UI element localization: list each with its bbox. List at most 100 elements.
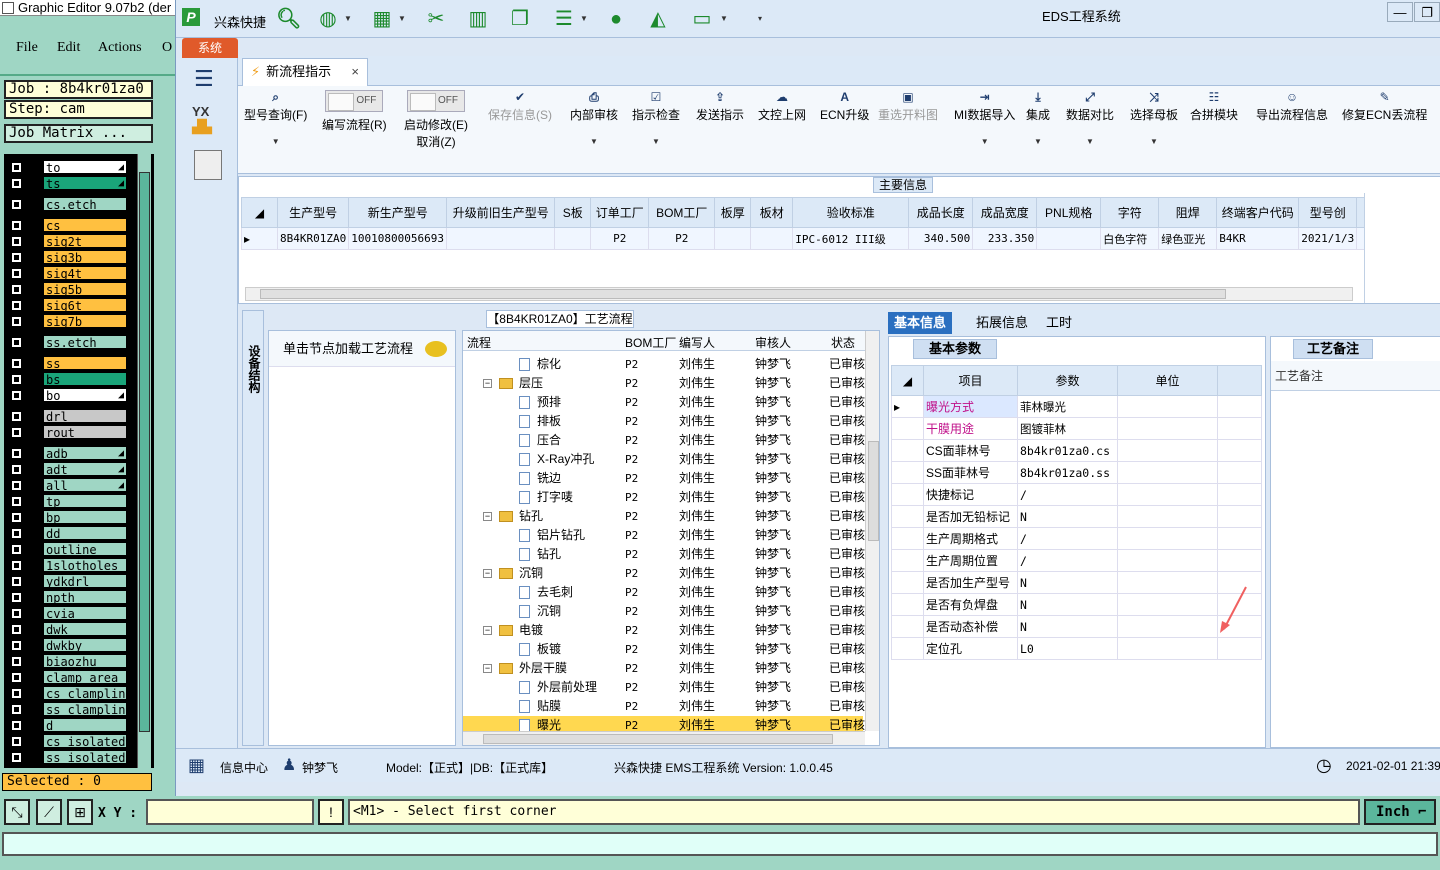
job-matrix-button[interactable]: Job Matrix ... [4, 124, 153, 143]
main-col-header[interactable]: 板材 [750, 197, 794, 228]
tree-vscrollbar[interactable] [865, 331, 879, 731]
tab-work-hours[interactable]: 工时 [1040, 312, 1078, 334]
layer-name[interactable]: ss [43, 356, 127, 370]
param-unit[interactable] [1117, 395, 1218, 418]
main-col-header[interactable]: 订单工厂 [590, 197, 650, 228]
layer-row[interactable]: cvia [7, 606, 127, 620]
measure-icon[interactable]: ⟋ [36, 799, 62, 825]
ribbon-button[interactable]: ⤓ 集成 ▼ [1026, 90, 1050, 170]
chevron-down-icon[interactable]: ▼ [344, 14, 352, 23]
param-unit[interactable] [1117, 439, 1218, 462]
layer-checkbox[interactable] [11, 592, 22, 603]
main-cell[interactable] [554, 227, 592, 250]
main-col-header[interactable]: 阻焊 [1158, 197, 1218, 228]
copy-icon[interactable]: ❐ [508, 7, 532, 31]
main-grid-row[interactable]: ▸ 8B4KR01ZA0 10010800056693 P2 P2 IPC-6012 II… [241, 227, 1430, 250]
layer-row[interactable]: ss_clampline [7, 702, 127, 716]
table-icon[interactable]: ▦ [370, 7, 394, 31]
chevron-down-icon[interactable]: ▼ [720, 14, 728, 23]
layer-name[interactable]: cvia [43, 606, 127, 620]
notes-tab[interactable]: 工艺备注 [1293, 339, 1373, 359]
param-row[interactable]: SS面菲林号 8b4kr01za0.ss [891, 461, 1262, 484]
layer-checkbox[interactable] [11, 427, 22, 438]
layer-name[interactable]: tp [43, 494, 127, 508]
ribbon-button[interactable]: ✎ 修复ECN丢流程 [1342, 90, 1427, 170]
layer-name[interactable]: ss_clampline [43, 702, 127, 716]
param-row[interactable]: 是否加无铅标记 N [891, 505, 1262, 528]
layer-name[interactable]: sig2t [43, 234, 127, 248]
tree-hscrollbar[interactable] [463, 731, 865, 745]
layer-checkbox[interactable] [11, 358, 22, 369]
layer-checkbox[interactable] [11, 560, 22, 571]
main-col-header[interactable]: 验收标准 [792, 197, 910, 228]
ribbon-button[interactable]: OFF 编写流程(R) [322, 90, 387, 170]
param-row[interactable]: 是否有负焊盘 N [891, 593, 1262, 616]
param-value[interactable]: N [1017, 505, 1118, 528]
layer-row[interactable]: sig4t [7, 266, 127, 280]
layer-row[interactable]: 1slotholes [7, 558, 127, 572]
ribbon-button[interactable]: ⎙ 内部审核 ▼ [570, 90, 618, 170]
param-unit[interactable] [1117, 505, 1218, 528]
main-cell[interactable]: P2 [590, 227, 650, 250]
main-cell[interactable]: 233.350 [972, 227, 1038, 250]
layer-row[interactable]: biaozhu [7, 654, 127, 668]
alert-icon[interactable]: ! [318, 799, 344, 825]
layer-checkbox[interactable] [11, 704, 22, 715]
main-col-header[interactable]: 成品长度 [908, 197, 974, 228]
layer-checkbox[interactable] [11, 640, 22, 651]
layer-name[interactable]: to ◢ [43, 160, 127, 174]
expand-icon[interactable]: − [483, 379, 492, 388]
param-value[interactable]: N [1017, 571, 1118, 594]
param-unit[interactable] [1117, 417, 1218, 440]
menu-options[interactable]: O [162, 40, 172, 56]
expand-icon[interactable]: − [483, 569, 492, 578]
units-button[interactable]: Inch ⌐ [1364, 799, 1436, 825]
param-value[interactable]: 菲林曝光 [1017, 395, 1118, 418]
param-unit[interactable] [1117, 637, 1218, 660]
menu-actions[interactable]: Actions [98, 40, 142, 56]
layer-name[interactable]: cs_isolated [43, 734, 127, 748]
param-row[interactable]: 生产周期位置 / [891, 549, 1262, 572]
layer-checkbox[interactable] [11, 528, 22, 539]
param-row[interactable]: CS面菲林号 8b4kr01za0.cs [891, 439, 1262, 462]
layer-checkbox[interactable] [11, 544, 22, 555]
layer-checkbox[interactable] [11, 608, 22, 619]
main-cell[interactable]: IPC-6012 III级 [792, 227, 910, 250]
layer-row[interactable]: bo ◢ [7, 388, 127, 402]
main-col-header[interactable]: 成品宽度 [972, 197, 1038, 228]
param-value[interactable]: / [1017, 483, 1118, 506]
layer-row[interactable]: rout [7, 425, 127, 439]
expand-icon[interactable]: − [483, 626, 492, 635]
param-row[interactable]: 快捷标记 / [891, 483, 1262, 506]
layer-row[interactable]: tp [7, 494, 127, 508]
main-cell[interactable]: B4KR [1216, 227, 1300, 250]
layer-row[interactable]: sig6t [7, 298, 127, 312]
minimize-button[interactable]: — [1387, 2, 1413, 22]
monitor-icon[interactable]: ▭ [690, 7, 714, 31]
layer-checkbox[interactable] [11, 480, 22, 491]
layer-row[interactable]: dwk [7, 622, 127, 636]
layer-checkbox[interactable] [11, 720, 22, 731]
yx-logo-icon[interactable]: YX ▟▙ [192, 104, 224, 136]
ribbon-button[interactable]: ⌕ 型号查询(F) ▼ [244, 90, 307, 170]
param-unit[interactable] [1117, 593, 1218, 616]
expand-icon[interactable]: − [483, 512, 492, 521]
main-cell[interactable]: P2 [648, 227, 716, 250]
globe-icon[interactable]: ◍ [316, 7, 340, 31]
layer-name[interactable]: sig7b [43, 314, 127, 328]
tree-row[interactable]: − 沉铜 P2 刘伟生 钟梦飞 已审核 [463, 564, 865, 583]
layer-name[interactable]: rout [43, 425, 127, 439]
main-cell[interactable]: 10010800056693 [348, 227, 448, 250]
layer-checkbox[interactable] [11, 656, 22, 667]
param-row[interactable]: ▸ 曝光方式 菲林曝光 [891, 395, 1262, 418]
grid-icon[interactable]: ⊞ [67, 799, 93, 825]
toggle-switch[interactable]: OFF [407, 90, 465, 112]
xy-input[interactable] [146, 799, 314, 825]
layer-row[interactable]: ts ◢ [7, 176, 127, 190]
layer-checkbox[interactable] [11, 496, 22, 507]
layer-name[interactable]: d [43, 718, 127, 732]
chevron-down-icon[interactable]: ▼ [244, 137, 307, 146]
list-icon[interactable]: ☰ [552, 7, 576, 31]
layer-checkbox[interactable] [11, 736, 22, 747]
layer-checkbox[interactable] [11, 512, 22, 523]
